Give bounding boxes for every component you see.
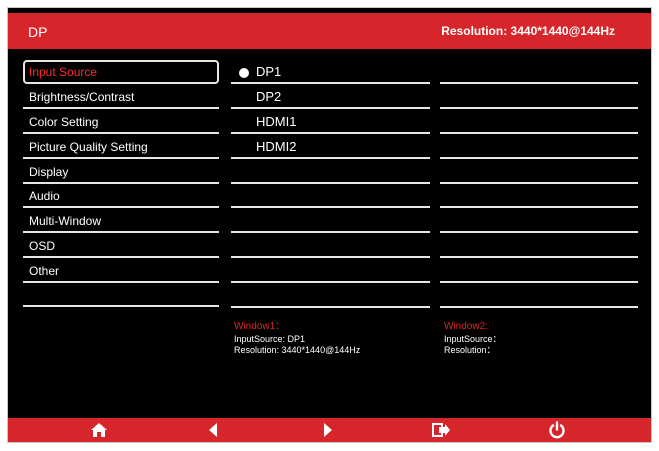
menu-item-other[interactable]: Other xyxy=(23,259,219,283)
resolution-label: Resolution: 3440*1440@144Hz xyxy=(441,24,615,38)
values-row-divider xyxy=(440,231,638,233)
left-button[interactable] xyxy=(201,420,225,440)
menu-item-label: Display xyxy=(29,165,69,179)
selected-radio-icon xyxy=(239,68,249,78)
enter-icon xyxy=(432,423,450,437)
power-button[interactable] xyxy=(545,420,569,440)
menu-item-label: Multi-Window xyxy=(29,214,102,228)
values-row-divider xyxy=(440,82,638,84)
options-row-divider xyxy=(231,306,430,308)
window1-title: Window1： xyxy=(234,321,286,332)
option-dp2[interactable]: DP2 xyxy=(256,89,281,104)
option-dp1[interactable]: DP1 xyxy=(256,64,281,79)
options-row-divider xyxy=(231,157,430,159)
values-row-divider xyxy=(440,182,638,184)
values-row-divider xyxy=(440,206,638,208)
control-bar xyxy=(8,418,651,442)
values-row-divider xyxy=(440,306,638,308)
values-row-divider xyxy=(440,281,638,283)
menu-item-multi-window[interactable]: Multi-Window xyxy=(23,209,219,233)
menu-item-label: OSD xyxy=(29,239,56,253)
values-row-divider xyxy=(440,157,638,159)
menu-item-display[interactable]: Display xyxy=(23,160,219,184)
menu-item-label: Color Setting xyxy=(29,115,99,129)
options-row-divider xyxy=(231,82,430,84)
window2-info: Window2: InputSource： Resolution： xyxy=(444,321,502,356)
arrow-left-icon xyxy=(209,423,217,437)
menu-item-color-setting[interactable]: Color Setting xyxy=(23,110,219,134)
menu-item-audio[interactable]: Audio xyxy=(23,184,219,208)
window1-input: InputSource: DP1 xyxy=(234,334,306,344)
enter-button[interactable] xyxy=(429,420,453,440)
values-row-divider xyxy=(440,132,638,134)
menu-item-empty xyxy=(23,283,219,307)
options-row-divider xyxy=(231,132,430,134)
menu-item-label: Audio xyxy=(29,189,60,203)
menu-item-input-source[interactable]: Input Source xyxy=(23,60,219,84)
option-hdmi1[interactable]: HDMI1 xyxy=(256,114,296,129)
menu-item-label: Input Source xyxy=(29,65,98,79)
window1-resolution: Resolution: 3440*1440@144Hz xyxy=(234,345,361,355)
window2-input: InputSource： xyxy=(444,334,502,344)
menu-item-label: Brightness/Contrast xyxy=(29,90,135,104)
power-icon xyxy=(549,421,565,439)
arrow-right-icon xyxy=(324,423,332,437)
options-row-divider xyxy=(231,206,430,208)
options-row-divider xyxy=(231,107,430,109)
options-row-divider xyxy=(231,231,430,233)
menu-item-label: Other xyxy=(29,264,60,278)
right-button[interactable] xyxy=(316,420,340,440)
values-row-divider xyxy=(440,107,638,109)
window2-title: Window2: xyxy=(444,321,488,332)
menu-item-osd[interactable]: OSD xyxy=(23,234,219,258)
current-input-label: DP xyxy=(28,24,48,40)
menu-item-picture-quality[interactable]: Picture Quality Setting xyxy=(23,135,219,159)
menu-item-brightness-contrast[interactable]: Brightness/Contrast xyxy=(23,85,219,109)
options-row-divider xyxy=(231,182,430,184)
home-icon xyxy=(91,423,107,437)
options-row-divider xyxy=(231,256,430,258)
home-button[interactable] xyxy=(87,420,111,440)
osd-window: DP Resolution: 3440*1440@144Hz Input Sou… xyxy=(7,7,652,443)
values-row-divider xyxy=(440,256,638,258)
header-bar: DP Resolution: 3440*1440@144Hz xyxy=(8,13,651,49)
menu-item-label: Picture Quality Setting xyxy=(29,140,148,154)
window1-info: Window1： InputSource: DP1 Resolution: 34… xyxy=(234,321,360,356)
option-hdmi2[interactable]: HDMI2 xyxy=(256,139,296,154)
window2-resolution: Resolution： xyxy=(444,345,496,355)
options-row-divider xyxy=(231,281,430,283)
